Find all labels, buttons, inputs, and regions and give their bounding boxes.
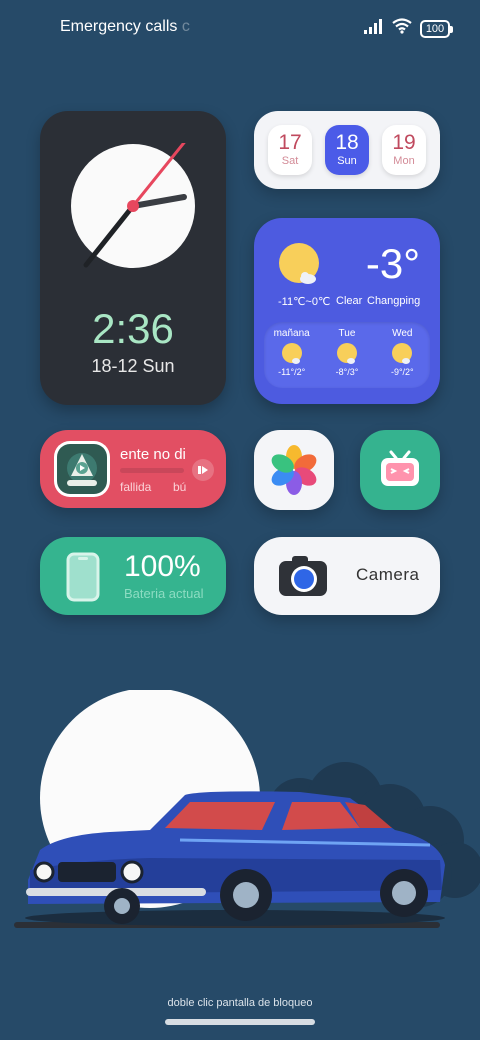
play-icon bbox=[198, 466, 208, 474]
forecast-item: Tue -8°/3° bbox=[323, 328, 371, 388]
weather-widget[interactable]: -3° -11℃~0℃ Clear Changping mañana -11°/… bbox=[254, 218, 440, 404]
music-artist: fallida bbox=[120, 480, 152, 494]
music-widget[interactable]: ente no dis fallida bú bbox=[40, 430, 226, 508]
calendar-day-prev[interactable]: 17 Sat bbox=[268, 125, 312, 175]
photos-app-icon[interactable] bbox=[254, 430, 334, 510]
calendar-day-name: Sun bbox=[337, 155, 357, 167]
battery-widget[interactable]: 100% Bateria actual bbox=[40, 537, 226, 615]
battery-percentage: 100% bbox=[124, 550, 201, 583]
music-artist-overflow: bú bbox=[173, 480, 187, 494]
sun-icon bbox=[279, 243, 319, 284]
calendar-day-number: 19 bbox=[392, 131, 416, 154]
status-carrier-text: Emergency calls c bbox=[60, 18, 190, 35]
battery-label: Bateria actual bbox=[124, 586, 204, 601]
home-indicator[interactable] bbox=[165, 1019, 315, 1025]
album-art[interactable] bbox=[54, 441, 110, 497]
clock-date: 18-12 Sun bbox=[91, 356, 175, 376]
wallpaper-car-illustration bbox=[14, 690, 480, 928]
music-progress-bar[interactable] bbox=[120, 468, 184, 473]
forecast-temp: -11°/2° bbox=[278, 367, 306, 377]
forecast-day: Tue bbox=[338, 328, 356, 339]
weather-location: Changping bbox=[367, 295, 421, 307]
calendar-day-today[interactable]: 18 Sun bbox=[325, 125, 369, 175]
lock-hint-text: doble clic pantalla de bloqueo bbox=[167, 997, 313, 1009]
forecast-day: mañana bbox=[273, 328, 310, 339]
sun-icon bbox=[336, 343, 357, 364]
weather-temperature: -3° bbox=[365, 240, 420, 287]
tv-app-icon[interactable] bbox=[360, 430, 440, 510]
phone-icon bbox=[66, 552, 100, 602]
forecast-day: Wed bbox=[392, 328, 413, 339]
analog-clock-icon bbox=[71, 143, 195, 268]
calendar-day-name: Mon bbox=[393, 155, 415, 167]
tv-face-icon bbox=[381, 450, 419, 486]
sun-icon bbox=[392, 343, 413, 364]
calendar-day-number: 17 bbox=[278, 131, 302, 154]
camera-widget[interactable]: Camera bbox=[254, 537, 440, 615]
status-icons: 100 bbox=[364, 18, 453, 39]
signal-icon bbox=[364, 18, 384, 39]
music-title: ente no dis bbox=[120, 446, 186, 463]
calendar-day-name: Sat bbox=[281, 155, 299, 167]
camera-icon bbox=[279, 556, 327, 596]
pinwheel-icon bbox=[271, 445, 317, 495]
calendar-day-number: 18 bbox=[335, 131, 359, 154]
forecast-temp: -9°/2° bbox=[390, 367, 414, 377]
forecast-item: mañana -11°/2° bbox=[268, 328, 316, 388]
play-pause-button[interactable] bbox=[192, 459, 214, 481]
christmas-tree-art-icon bbox=[67, 453, 97, 486]
weather-forecast-panel: mañana -11°/2° Tue -8°/3° Wed -9°/2° bbox=[264, 322, 430, 388]
forecast-item: Wed -9°/2° bbox=[378, 328, 426, 388]
clock-widget[interactable]: 2:36 18-12 Sun bbox=[40, 111, 226, 405]
calendar-day-next[interactable]: 19 Mon bbox=[382, 125, 426, 175]
weather-range: -11℃~0℃ bbox=[278, 296, 331, 308]
weather-condition: Clear bbox=[336, 295, 363, 307]
forecast-temp: -8°/3° bbox=[335, 367, 359, 377]
camera-label: Camera bbox=[356, 565, 420, 584]
sun-icon bbox=[281, 343, 302, 364]
clock-time: 2:36 bbox=[92, 305, 174, 352]
battery-icon: 100 bbox=[420, 19, 453, 38]
calendar-widget[interactable]: 17 Sat 18 Sun 19 Mon bbox=[254, 111, 440, 189]
wifi-icon bbox=[392, 18, 412, 39]
